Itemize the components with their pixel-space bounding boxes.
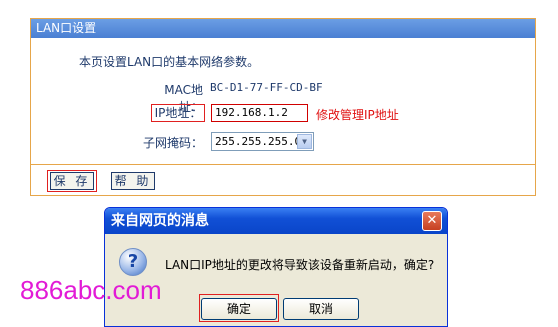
chevron-down-icon[interactable]: ▼ [297, 134, 312, 149]
subnet-mask-value: 255.255.255.0 [215, 135, 302, 148]
dialog-title: 来自网页的消息 [105, 208, 447, 234]
lan-settings-panel: LAN口设置 本页设置LAN口的基本网络参数。 MAC地址： BC-D1-77-… [30, 18, 536, 196]
panel-title: LAN口设置 [31, 19, 535, 38]
save-button[interactable]: 保 存 [50, 172, 94, 190]
panel-description: 本页设置LAN口的基本网络参数。 [79, 55, 260, 69]
subnet-mask-select[interactable]: 255.255.255.0 ▼ [211, 132, 314, 151]
ok-button[interactable]: 确定 [201, 298, 277, 320]
watermark-text: 886abc.com [20, 275, 162, 305]
question-icon: ? [119, 248, 147, 276]
ip-address-input[interactable]: 192.168.1.2 [211, 104, 308, 122]
cancel-button[interactable]: 取消 [283, 298, 359, 320]
ip-note: 修改管理IP地址 [316, 108, 399, 122]
dialog-message: LAN口IP地址的更改将导致该设备重新启动，确定? [165, 258, 435, 272]
subnet-mask-label: 子网掩码： [143, 136, 204, 150]
confirm-dialog: 来自网页的消息 ✕ ? LAN口IP地址的更改将导致该设备重新启动，确定? 确定… [104, 207, 448, 327]
button-divider [31, 164, 535, 165]
mac-value: BC-D1-77-FF-CD-BF [210, 81, 323, 94]
help-button[interactable]: 帮 助 [111, 172, 155, 190]
ip-label: IP地址： [151, 104, 205, 122]
close-icon[interactable]: ✕ [422, 211, 442, 231]
